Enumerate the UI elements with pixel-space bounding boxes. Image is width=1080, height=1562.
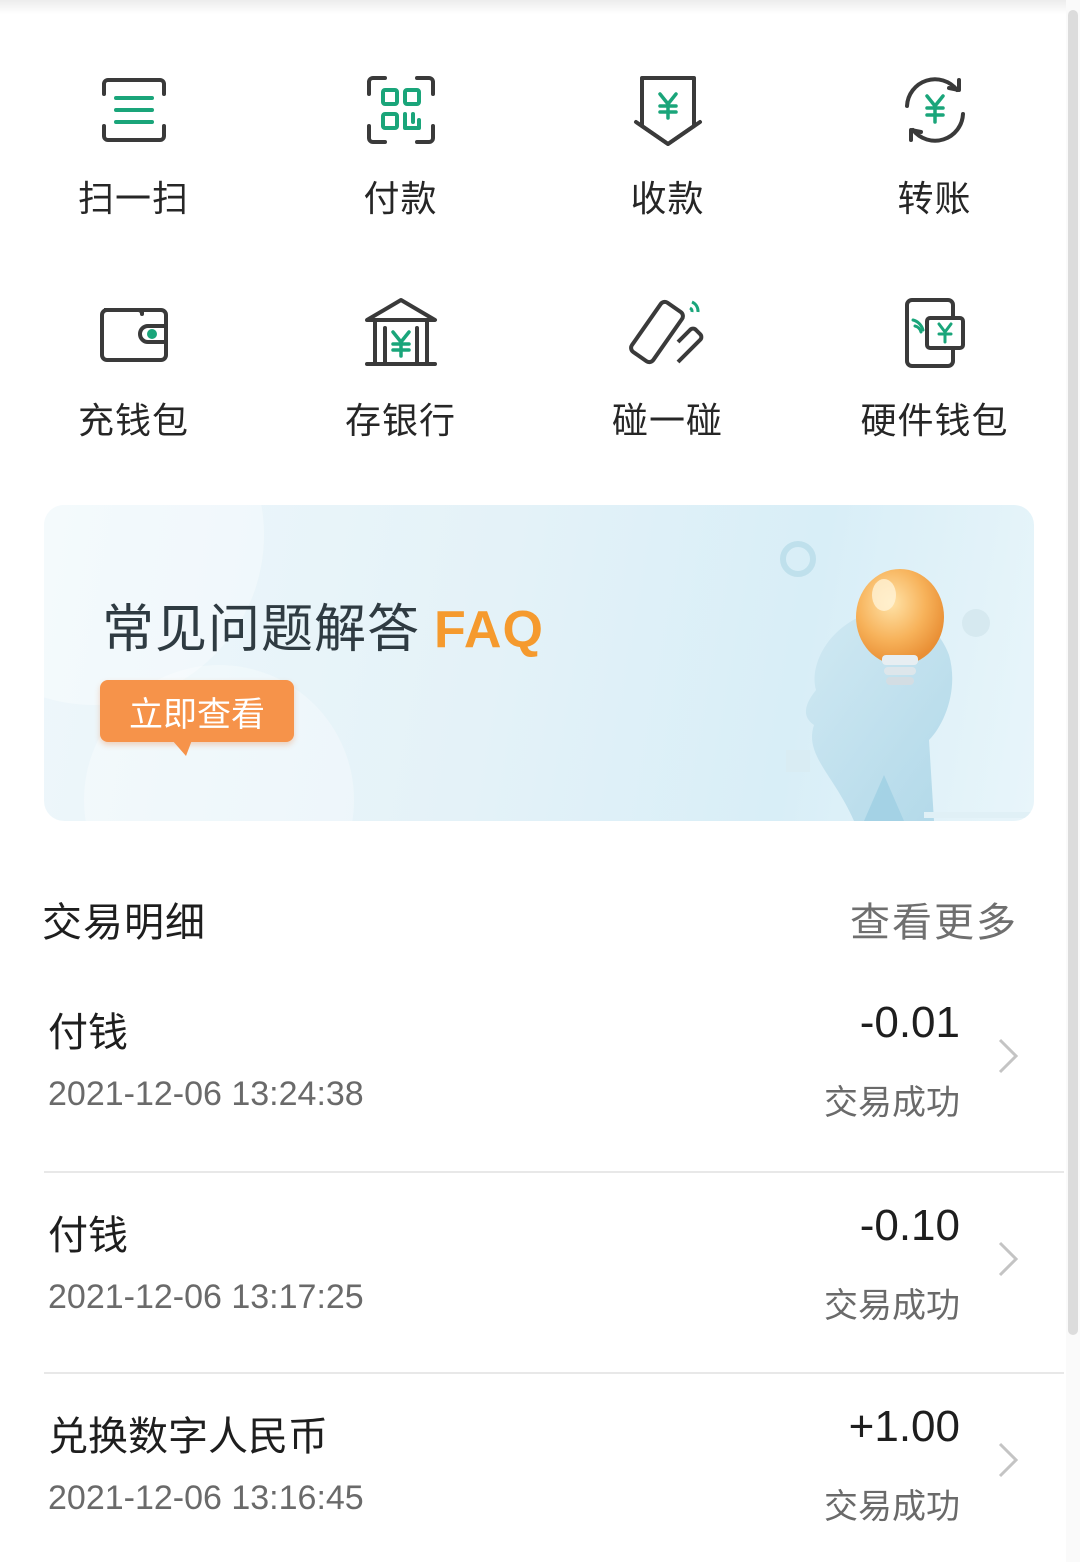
- transaction-row[interactable]: 付钱 2021-12-06 13:24:38 -0.01 交易成功: [0, 970, 1064, 1171]
- transaction-name: 付钱: [48, 1213, 128, 1259]
- chevron-right-icon: [998, 1241, 1019, 1277]
- quick-actions-grid: 扫一扫 付款 收款 转账 充钱包 存银行 碰一碰 硬件钱包: [0, 50, 1068, 454]
- banner-title: 常见问题解答 FAQ: [102, 587, 544, 662]
- chevron-right-icon: [998, 1442, 1019, 1478]
- bank-deposit-button[interactable]: 存银行: [267, 272, 534, 454]
- bank-deposit-icon: [361, 292, 441, 372]
- qr-pay-icon: [361, 70, 441, 150]
- tap-phone-icon: [628, 292, 708, 372]
- transaction-amount: +1.00: [848, 1402, 960, 1451]
- transaction-status: 交易成功: [824, 1083, 960, 1123]
- transactions-title: 交易明细: [42, 900, 206, 946]
- transaction-status: 交易成功: [824, 1286, 960, 1326]
- transaction-name: 兑换数字人民币: [48, 1414, 328, 1460]
- receive-money-icon: [628, 70, 708, 150]
- lightbulb-head-illustration: [744, 525, 1034, 821]
- view-more-link[interactable]: 查看更多: [850, 890, 1018, 948]
- topup-wallet-button[interactable]: 充钱包: [0, 272, 267, 454]
- hardware-wallet-button[interactable]: 硬件钱包: [801, 272, 1068, 454]
- hardware-wallet-label: 硬件钱包: [860, 401, 1009, 442]
- transaction-time: 2021-12-06 13:17:25: [48, 1278, 364, 1316]
- chevron-right-icon: [998, 1038, 1019, 1074]
- transaction-amount: -0.10: [859, 1201, 960, 1250]
- faq-banner[interactable]: 常见问题解答 FAQ 立即查看: [44, 505, 1034, 821]
- transaction-amount: -0.01: [859, 998, 960, 1047]
- transfer-icon: [895, 70, 975, 150]
- tap-pay-label: 碰一碰: [611, 401, 723, 442]
- topup-wallet-label: 充钱包: [77, 401, 189, 442]
- hardware-wallet-icon: [895, 292, 975, 372]
- top-shadow: [0, 0, 1080, 14]
- pay-button[interactable]: 付款: [267, 50, 534, 232]
- banner-title-text: 常见问题解答: [102, 600, 421, 660]
- banner-title-faq: FAQ: [434, 601, 544, 659]
- transaction-time: 2021-12-06 13:24:38: [48, 1075, 364, 1113]
- scan-label: 扫一扫: [77, 179, 189, 220]
- transfer-button[interactable]: 转账: [801, 50, 1068, 232]
- transactions-header: 交易明细 查看更多: [0, 890, 1064, 950]
- view-now-button[interactable]: 立即查看: [100, 680, 294, 756]
- transfer-label: 转账: [897, 179, 972, 220]
- receive-button[interactable]: 收款: [534, 50, 801, 232]
- transaction-list: 付钱 2021-12-06 13:24:38 -0.01 交易成功 付钱 202…: [0, 970, 1064, 1562]
- transaction-status: 交易成功: [824, 1487, 960, 1527]
- scrollbar-track[interactable]: [1066, 0, 1080, 1562]
- wallet-topup-icon: [94, 292, 174, 372]
- pay-label: 付款: [363, 179, 438, 220]
- receive-label: 收款: [630, 179, 705, 220]
- transaction-time: 2021-12-06 13:16:45: [48, 1479, 364, 1517]
- transaction-row[interactable]: 兑换数字人民币 2021-12-06 13:16:45 +1.00 交易成功: [44, 1372, 1064, 1562]
- bank-deposit-label: 存银行: [344, 401, 456, 442]
- scan-icon: [94, 70, 174, 150]
- transaction-name: 付钱: [48, 1010, 128, 1056]
- transaction-row[interactable]: 付钱 2021-12-06 13:17:25 -0.10 交易成功: [44, 1171, 1064, 1372]
- tap-pay-button[interactable]: 碰一碰: [534, 272, 801, 454]
- scrollbar-thumb[interactable]: [1068, 10, 1078, 1335]
- scan-button[interactable]: 扫一扫: [0, 50, 267, 232]
